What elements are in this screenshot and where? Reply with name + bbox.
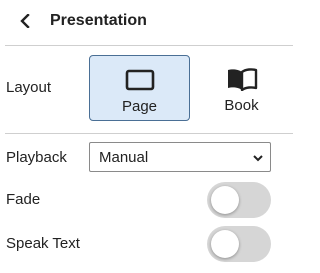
toggle-knob <box>211 186 239 214</box>
chevron-down-icon <box>253 155 263 162</box>
toggle-knob <box>211 230 239 258</box>
layout-option-page[interactable]: Page <box>89 55 190 121</box>
presentation-panel: Presentation Layout Page Book Playback M… <box>0 0 305 273</box>
chevron-left-icon <box>20 14 30 28</box>
page-title: Presentation <box>50 12 147 29</box>
playback-select-value: Manual <box>99 149 149 166</box>
speak-text-label: Speak Text <box>6 235 80 252</box>
layout-label: Layout <box>6 79 52 96</box>
fade-label: Fade <box>6 191 41 208</box>
divider <box>5 45 293 46</box>
layout-option-label: Page <box>121 98 158 115</box>
fade-toggle[interactable] <box>207 182 271 218</box>
book-icon <box>226 66 258 92</box>
playback-label: Playback <box>6 149 67 166</box>
layout-option-label: Book <box>224 97 259 114</box>
page-icon <box>125 67 155 93</box>
layout-option-book[interactable]: Book <box>191 55 292 121</box>
divider <box>5 133 293 134</box>
speak-text-toggle[interactable] <box>207 226 271 262</box>
back-button[interactable] <box>14 10 36 32</box>
header: Presentation <box>0 0 305 42</box>
playback-select[interactable]: Manual <box>89 142 271 172</box>
